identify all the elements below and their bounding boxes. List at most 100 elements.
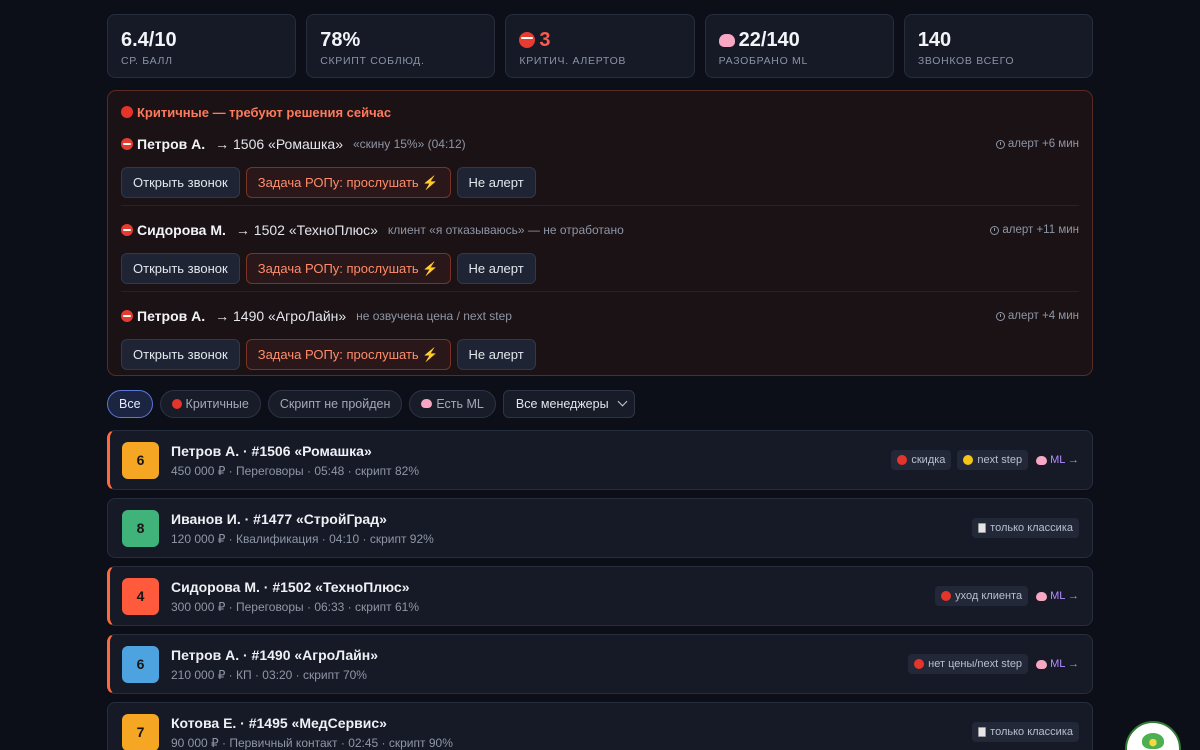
critical-title-text: Критичные — требуют решения сейчас xyxy=(137,104,392,120)
alert-item: Сидорова М. → 1502 «ТехноПлюс» клиент «я… xyxy=(121,219,1079,292)
call-subtitle: 120 000 ₽ · Квалификация · 04:10 · скрип… xyxy=(171,531,434,546)
call-title: Петров А. · #1490 «АгроЛайн» xyxy=(171,646,379,663)
help-widget-button[interactable] xyxy=(1125,721,1181,750)
alert-time: алерт +4 мин xyxy=(995,310,1079,322)
not-alert-button[interactable]: Не алерт xyxy=(456,167,536,198)
tag: уход клиента xyxy=(935,586,1029,606)
alert-note: клиент «я отказываюсь» — не отработано xyxy=(387,223,624,237)
open-call-button[interactable]: Открыть звонок xyxy=(121,167,240,198)
brain-icon xyxy=(421,399,433,408)
manager-name: Петров А. xyxy=(137,308,206,324)
alert-manager: Петров А. xyxy=(121,308,205,324)
alert-deal: → 1502 «ТехноПлюс» xyxy=(235,222,378,238)
stat-label: Звонков всего xyxy=(917,55,1015,67)
red-circle-icon xyxy=(914,659,925,669)
clock-icon xyxy=(990,225,1000,235)
chevron-down-icon xyxy=(617,396,628,407)
open-call-button[interactable]: Открыть звонок xyxy=(121,339,240,370)
call-tags: скидка next step ML → xyxy=(891,450,1079,470)
not-alert-button[interactable]: Не алерт xyxy=(456,339,536,370)
call-info: Котова Е. · #1495 «МедСервис» 90 000 ₽ ·… xyxy=(171,715,453,750)
stat-value: 22/140 xyxy=(738,28,800,51)
call-title: Сидорова М. · #1502 «ТехноПлюс» xyxy=(171,578,410,595)
rop-task-button[interactable]: Задача РОПу: прослушать ⚡ xyxy=(245,253,451,284)
stat-script-compliance: 78% Скрипт соблюд. xyxy=(306,14,496,78)
alert-manager: Петров А. xyxy=(121,136,205,152)
stat-label: Разобрано ML xyxy=(718,55,809,67)
tag-text: скидка xyxy=(911,454,946,466)
stat-value: 140 xyxy=(917,28,952,51)
clipboard-icon xyxy=(978,727,987,737)
call-row[interactable]: 4 Сидорова М. · #1502 «ТехноПлюс» 300 00… xyxy=(107,566,1093,626)
tag-text: уход клиента xyxy=(955,590,1023,602)
alert-note: не озвучена цена / next step xyxy=(356,309,512,323)
filter-critical[interactable]: Критичные xyxy=(159,389,261,418)
alert-time-text: алерт +11 мин xyxy=(1002,224,1079,236)
clock-icon xyxy=(995,139,1005,149)
yellow-circle-icon xyxy=(963,455,974,465)
red-circle-icon xyxy=(171,398,182,409)
stat-ml-analyzed: 22/140 Разобрано ML xyxy=(704,14,894,78)
filter-has-ml-label: Есть ML xyxy=(436,396,484,411)
alert-actions: Открыть звонок Задача РОПу: прослушать ⚡… xyxy=(121,253,1079,291)
stat-label: Скрипт соблюд. xyxy=(320,55,425,67)
call-tags: только классика xyxy=(972,722,1079,742)
alert-manager: Сидорова М. xyxy=(121,222,226,238)
red-circle-icon xyxy=(897,455,908,465)
critical-alerts-panel: Критичные — требуют решения сейчас Петро… xyxy=(107,90,1093,376)
call-title: Котова Е. · #1495 «МедСервис» xyxy=(171,714,387,731)
alert-header: Петров А. → 1490 «АгроЛайн» не озвучена … xyxy=(121,305,1079,327)
call-subtitle: 450 000 ₽ · Переговоры · 05:48 · скрипт … xyxy=(171,463,419,478)
alert-note: «скину 15%» (04:12) xyxy=(353,137,466,151)
ml-link-text: ML → xyxy=(1050,658,1079,670)
score-badge: 7 xyxy=(122,713,159,750)
stat-value-row: 3 xyxy=(519,27,681,53)
brain-icon xyxy=(1036,659,1048,669)
alert-actions: Открыть звонок Задача РОПу: прослушать ⚡… xyxy=(121,167,1079,205)
tag-text: только классика xyxy=(990,726,1073,738)
clipboard-icon xyxy=(978,523,987,533)
alert-time: алерт +6 мин xyxy=(995,138,1079,150)
call-subtitle: 90 000 ₽ · Первичный контакт · 02:45 · с… xyxy=(171,735,453,750)
score-badge: 8 xyxy=(122,509,159,547)
red-circle-icon xyxy=(941,591,952,601)
call-subtitle: 210 000 ₽ · КП · 03:20 · скрипт 70% xyxy=(171,667,367,682)
alert-header: Сидорова М. → 1502 «ТехноПлюс» клиент «я… xyxy=(121,219,1079,241)
not-alert-button[interactable]: Не алерт xyxy=(456,253,536,284)
ml-link[interactable]: ML → xyxy=(1036,658,1079,670)
alert-time: алерт +11 мин xyxy=(990,224,1079,236)
ml-link[interactable]: ML → xyxy=(1036,590,1079,602)
stat-label: Ср. балл xyxy=(121,55,173,67)
alert-time-text: алерт +4 мин xyxy=(1007,310,1079,322)
stats-row: 6.4/10 Ср. балл 78% Скрипт соблюд. 3 Кри… xyxy=(107,14,1094,78)
flower-icon xyxy=(1142,733,1164,749)
managers-select[interactable]: Все менеджеры xyxy=(502,389,635,418)
call-row[interactable]: 8 Иванов И. · #1477 «СтройГрад» 120 000 … xyxy=(107,498,1093,558)
call-info: Сидорова М. · #1502 «ТехноПлюс» 300 000 … xyxy=(171,579,419,614)
no-entry-icon xyxy=(121,138,133,150)
rop-task-button[interactable]: Задача РОПу: прослушать ⚡ xyxy=(245,339,451,370)
filter-has-ml[interactable]: Есть ML xyxy=(409,389,496,418)
rop-task-button[interactable]: Задача РОПу: прослушать ⚡ xyxy=(245,167,451,198)
tag: только классика xyxy=(972,722,1079,742)
tag: только классика xyxy=(972,518,1079,538)
filter-all[interactable]: Все xyxy=(107,389,153,418)
call-info: Иванов И. · #1477 «СтройГрад» 120 000 ₽ … xyxy=(171,511,434,546)
red-circle-icon xyxy=(121,106,133,118)
tag: скидка xyxy=(891,450,952,470)
stat-value: 6.4/10 xyxy=(121,28,177,51)
stat-value-row: 22/140 xyxy=(718,27,881,53)
call-row[interactable]: 6 Петров А. · #1506 «Ромашка» 450 000 ₽ … xyxy=(107,430,1093,490)
call-info: Петров А. · #1490 «АгроЛайн» 210 000 ₽ ·… xyxy=(171,647,378,682)
brain-icon xyxy=(718,33,735,47)
filter-critical-label: Критичные xyxy=(185,396,249,411)
ml-link[interactable]: ML → xyxy=(1036,454,1079,466)
ml-link-text: ML → xyxy=(1050,590,1079,602)
call-row[interactable]: 6 Петров А. · #1490 «АгроЛайн» 210 000 ₽… xyxy=(107,634,1093,694)
alert-header: Петров А. → 1506 «Ромашка» «скину 15%» (… xyxy=(121,133,1079,155)
score-badge: 6 xyxy=(122,441,159,479)
call-row[interactable]: 7 Котова Е. · #1495 «МедСервис» 90 000 ₽… xyxy=(107,702,1093,750)
tag-text: только классика xyxy=(990,522,1073,534)
filter-script-failed[interactable]: Скрипт не пройден xyxy=(267,389,403,418)
open-call-button[interactable]: Открыть звонок xyxy=(121,253,240,284)
